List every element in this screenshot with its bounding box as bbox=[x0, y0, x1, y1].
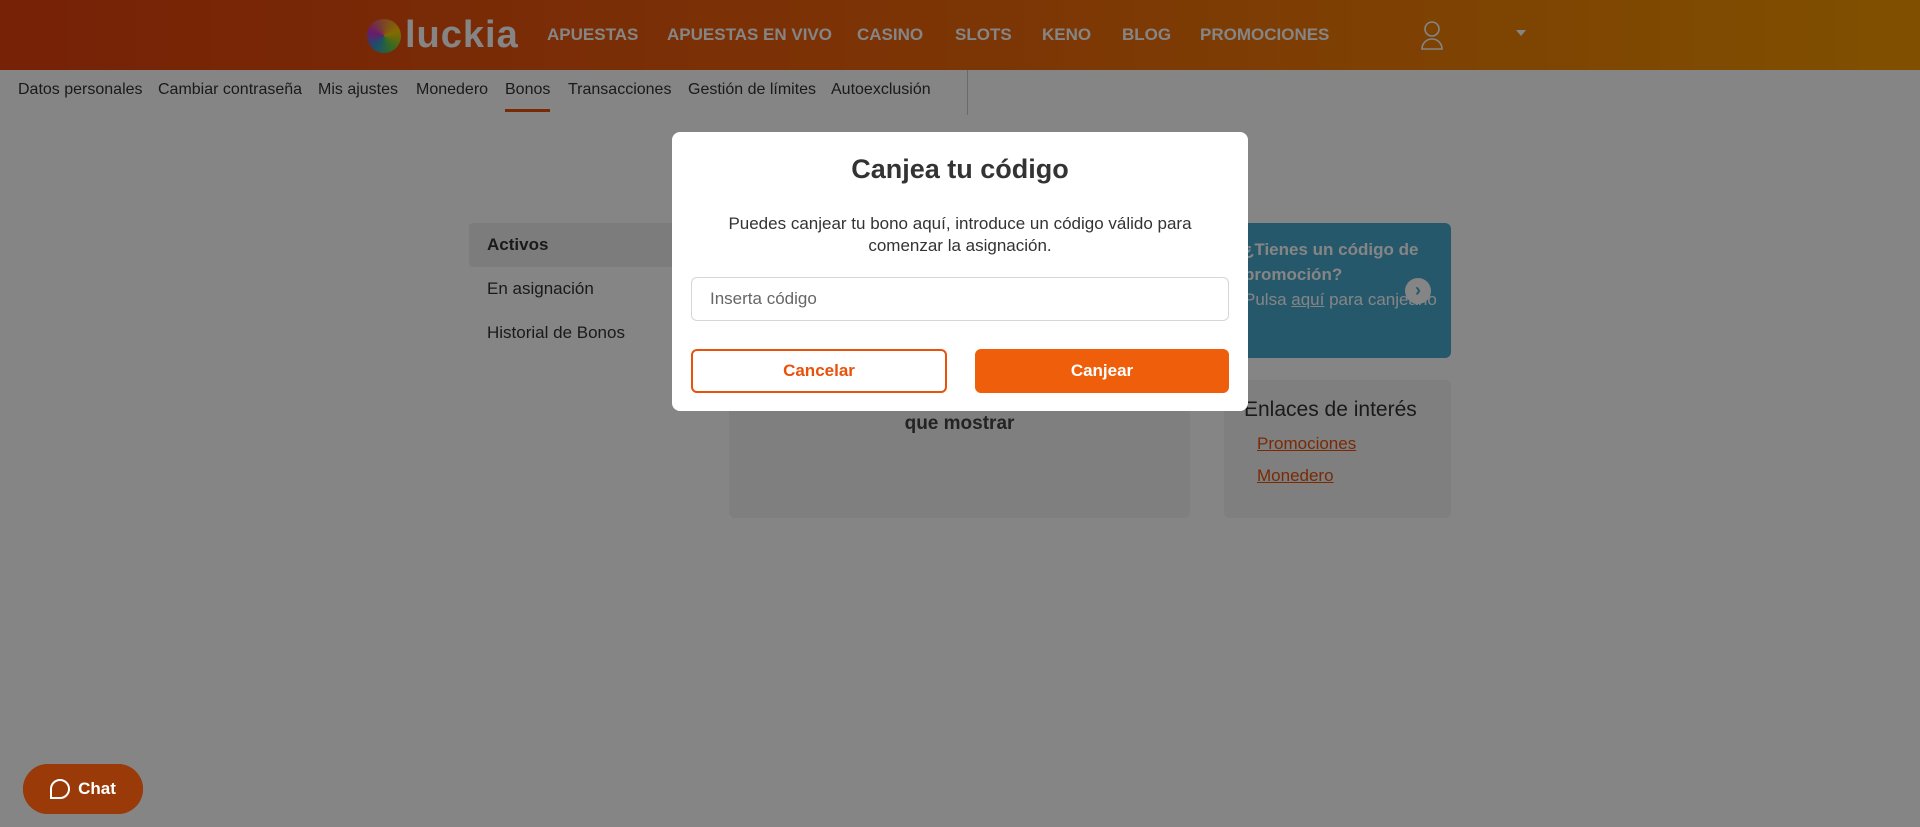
modal-title: Canjea tu código bbox=[851, 154, 1069, 184]
modal-description: Puedes canjear tu bono aquí, introduce u… bbox=[728, 214, 1192, 255]
chat-button-dimmed[interactable]: Chat bbox=[23, 764, 143, 814]
modal-overlay[interactable] bbox=[0, 0, 1920, 827]
redeem-button[interactable]: Canjear bbox=[975, 349, 1229, 393]
redeem-code-modal: Canjea tu código Puedes canjear tu bono … bbox=[672, 132, 1248, 411]
cancel-button[interactable]: Cancelar bbox=[691, 349, 947, 393]
code-input[interactable] bbox=[691, 277, 1229, 321]
chat-icon bbox=[50, 779, 71, 799]
chat-label: Chat bbox=[78, 779, 116, 798]
